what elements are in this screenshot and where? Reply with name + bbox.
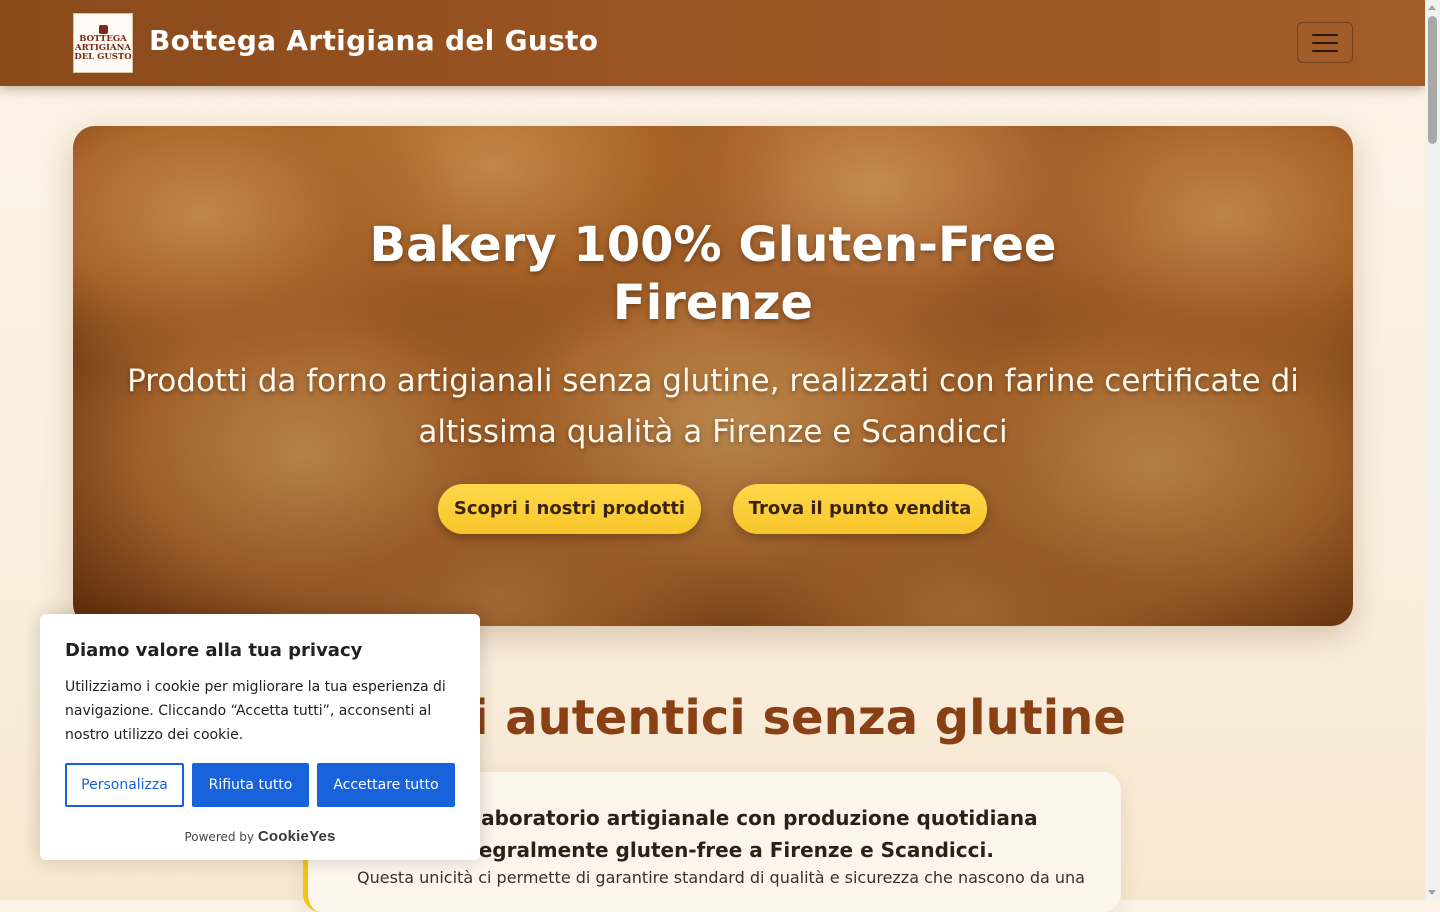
customize-cookies-button[interactable]: Personalizza: [65, 763, 184, 807]
cookieyes-logo[interactable]: CookieYes: [258, 828, 336, 845]
hamburger-icon-bar: [1312, 41, 1338, 44]
hamburger-icon-bar: [1312, 49, 1338, 52]
reject-all-cookies-button[interactable]: Rifiuta tutto: [192, 763, 309, 807]
cookie-banner-text: Utilizziamo i cookie per migliorare la t…: [65, 679, 446, 743]
powered-by-notice: Powered by CookieYes: [40, 828, 480, 845]
hero-subtitle: Prodotti da forno artigianali senza glut…: [127, 363, 1299, 450]
find-store-button[interactable]: Trova il punto vendita: [733, 484, 987, 534]
info-card-text: Questa unicità ci permette di garantire …: [357, 868, 1085, 887]
menu-toggle-button[interactable]: [1297, 22, 1353, 63]
scrollbar-thumb[interactable]: [1428, 16, 1437, 144]
hero-banner: Bakery 100% Gluten-Free Firenze Prodotti…: [73, 126, 1353, 626]
page-scrollbar[interactable]: [1425, 0, 1440, 900]
discover-products-button[interactable]: Scopri i nostri prodotti: [438, 484, 701, 534]
hamburger-icon-bar: [1312, 33, 1338, 36]
cookie-banner-title: Diamo valore alla tua privacy: [65, 640, 363, 661]
cookie-consent-banner: Diamo valore alla tua privacy Utilizziam…: [40, 614, 480, 860]
logo-line-3: DEL GUSTO: [74, 51, 132, 62]
scroll-down-icon[interactable]: [1428, 890, 1436, 895]
brand-logo[interactable]: BOTTEGA ARTIGIANA DEL GUSTO: [73, 13, 133, 73]
accept-all-cookies-button[interactable]: Accettare tutto: [317, 763, 455, 807]
top-navbar: BOTTEGA ARTIGIANA DEL GUSTO Bottega Arti…: [0, 0, 1425, 86]
powered-by-label: Powered by: [184, 830, 255, 844]
hero-title: Bakery 100% Gluten-Free Firenze: [369, 217, 1057, 331]
brand-name-link[interactable]: Bottega Artigiana del Gusto: [149, 24, 598, 57]
crest-icon: [98, 24, 108, 34]
scroll-up-icon[interactable]: [1428, 5, 1436, 10]
